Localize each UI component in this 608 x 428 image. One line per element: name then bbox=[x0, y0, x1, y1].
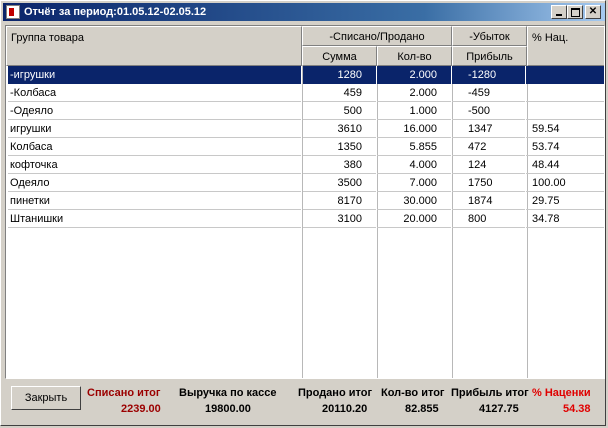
cell-markup bbox=[526, 84, 604, 102]
window-title: Отчёт за период:01.05.12-02.05.12 bbox=[24, 6, 207, 18]
cell-qty: 20.000 bbox=[377, 210, 451, 228]
qty-total-value: 82.855 bbox=[405, 403, 439, 415]
cash-revenue-label: Выручка по кассе bbox=[179, 387, 277, 399]
cell-markup: 100.00 bbox=[526, 174, 604, 192]
cell-profit: 472 bbox=[452, 138, 525, 156]
column-header-written-off-sold: -Списано/Продано bbox=[302, 26, 452, 46]
minimize-button[interactable] bbox=[551, 5, 567, 19]
cell-name: -Колбаса bbox=[8, 84, 301, 102]
cell-qty: 16.000 bbox=[377, 120, 451, 138]
cell-sum: 459 bbox=[303, 84, 376, 102]
column-header-group[interactable]: Группа товара bbox=[6, 26, 302, 66]
markup-total-value: 54.38 bbox=[563, 403, 591, 415]
report-grid[interactable]: Группа товара -Списано/Продано Сумма Кол… bbox=[5, 25, 605, 379]
maximize-button[interactable] bbox=[567, 5, 583, 19]
cell-name: Одеяло bbox=[8, 174, 301, 192]
cell-qty: 2.000 bbox=[377, 66, 451, 84]
cell-sum: 8170 bbox=[303, 192, 376, 210]
cell-name: Колбаса bbox=[8, 138, 301, 156]
cell-sum: 380 bbox=[303, 156, 376, 174]
close-button[interactable]: Закрыть bbox=[11, 386, 81, 410]
cell-name: -игрушки bbox=[8, 66, 301, 84]
cell-profit: -1280 bbox=[452, 66, 525, 84]
sold-total-label: Продано итог bbox=[298, 387, 373, 399]
cell-name: Штанишки bbox=[8, 210, 301, 228]
table-row[interactable]: -Одеяло 500 1.000 -500 bbox=[6, 102, 604, 120]
profit-header-label: Прибыль bbox=[466, 51, 513, 63]
column-header-profit[interactable]: Прибыль bbox=[452, 46, 527, 66]
cell-name: кофточка bbox=[8, 156, 301, 174]
profit-total-label: Прибыль итог bbox=[451, 387, 529, 399]
cell-profit: 1750 bbox=[452, 174, 525, 192]
table-row[interactable]: Колбаса 1350 5.855 472 53.74 bbox=[6, 138, 604, 156]
title-bar[interactable]: Отчёт за период:01.05.12-02.05.12 ✕ bbox=[3, 3, 605, 21]
written-off-total-label: Списано итог bbox=[87, 387, 161, 399]
table-row[interactable]: Штанишки 3100 20.000 800 34.78 bbox=[6, 210, 604, 228]
cell-qty: 1.000 bbox=[377, 102, 451, 120]
markup-header-label: % Нац. bbox=[532, 32, 569, 44]
cell-sum: 3100 bbox=[303, 210, 376, 228]
cell-sum: 500 bbox=[303, 102, 376, 120]
report-window: Отчёт за период:01.05.12-02.05.12 ✕ Груп… bbox=[0, 0, 606, 426]
report-footer: Закрыть Списано итог 2239.00 Выручка по … bbox=[5, 381, 605, 425]
column-header-sum[interactable]: Сумма bbox=[302, 46, 377, 66]
cell-profit: 124 bbox=[452, 156, 525, 174]
cell-profit: 800 bbox=[452, 210, 525, 228]
sum-header-label: Сумма bbox=[322, 51, 357, 63]
table-row[interactable]: игрушки 3610 16.000 1347 59.54 bbox=[6, 120, 604, 138]
cell-qty: 4.000 bbox=[377, 156, 451, 174]
cell-markup bbox=[526, 66, 604, 84]
table-row[interactable]: пинетки 8170 30.000 1874 29.75 bbox=[6, 192, 604, 210]
qty-total-label: Кол-во итог bbox=[381, 387, 445, 399]
cell-markup: 34.78 bbox=[526, 210, 604, 228]
written-off-total-value: 2239.00 bbox=[121, 403, 161, 415]
cell-profit: 1874 bbox=[452, 192, 525, 210]
column-header-markup[interactable]: % Нац. bbox=[527, 26, 604, 66]
group-header-label: Группа товара bbox=[11, 32, 85, 44]
cell-markup: 53.74 bbox=[526, 138, 604, 156]
column-header-loss: -Убыток bbox=[452, 26, 527, 46]
cell-qty: 5.855 bbox=[377, 138, 451, 156]
table-row[interactable]: -Колбаса 459 2.000 -459 bbox=[6, 84, 604, 102]
cell-sum: 1350 bbox=[303, 138, 376, 156]
cell-sum: 1280 bbox=[303, 66, 376, 84]
cell-sum: 3610 bbox=[303, 120, 376, 138]
column-header-qty[interactable]: Кол-во bbox=[377, 46, 452, 66]
cell-name: игрушки bbox=[8, 120, 301, 138]
sold-total-value: 20110.20 bbox=[322, 403, 368, 415]
cash-revenue-value: 19800.00 bbox=[205, 403, 251, 415]
cell-markup: 59.54 bbox=[526, 120, 604, 138]
qty-header-label: Кол-во bbox=[397, 51, 432, 63]
cell-profit: -500 bbox=[452, 102, 525, 120]
cell-markup: 29.75 bbox=[526, 192, 604, 210]
written-off-sold-label: -Списано/Продано bbox=[329, 31, 425, 43]
cell-markup: 48.44 bbox=[526, 156, 604, 174]
table-row[interactable]: Одеяло 3500 7.000 1750 100.00 bbox=[6, 174, 604, 192]
close-window-button[interactable]: ✕ bbox=[585, 5, 601, 19]
loss-header-label: -Убыток bbox=[469, 31, 510, 43]
table-row[interactable]: -игрушки 1280 2.000 -1280 bbox=[6, 66, 604, 84]
cell-qty: 30.000 bbox=[377, 192, 451, 210]
cell-profit: -459 bbox=[452, 84, 525, 102]
cell-name: пинетки bbox=[8, 192, 301, 210]
markup-total-label: % Наценки bbox=[532, 387, 591, 399]
cell-qty: 2.000 bbox=[377, 84, 451, 102]
cell-profit: 1347 bbox=[452, 120, 525, 138]
table-row[interactable]: кофточка 380 4.000 124 48.44 bbox=[6, 156, 604, 174]
cell-name: -Одеяло bbox=[8, 102, 301, 120]
app-icon bbox=[6, 5, 20, 19]
cell-markup bbox=[526, 102, 604, 120]
cell-sum: 3500 bbox=[303, 174, 376, 192]
profit-total-value: 4127.75 bbox=[479, 403, 519, 415]
cell-qty: 7.000 bbox=[377, 174, 451, 192]
